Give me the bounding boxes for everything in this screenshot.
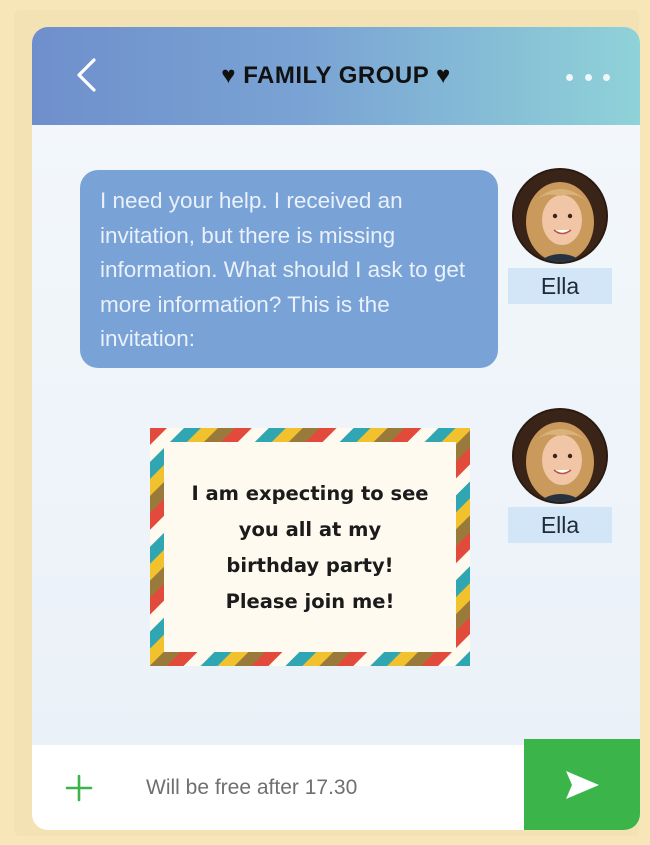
- send-button[interactable]: [524, 739, 640, 830]
- more-dots-icon: [603, 73, 610, 81]
- chat-window: ♥ FAMILY GROUP ♥ I need your help. I rec…: [32, 27, 640, 830]
- invitation-text: I am expecting to see you all at my birt…: [191, 482, 429, 613]
- sender-name: Ella: [508, 268, 612, 304]
- avatar-image: [514, 410, 606, 502]
- add-attachment-button[interactable]: [64, 773, 94, 803]
- chevron-left-icon: [77, 58, 96, 92]
- send-icon: [566, 770, 599, 799]
- chat-header: ♥ FAMILY GROUP ♥: [32, 27, 640, 125]
- more-options-button[interactable]: [566, 63, 610, 91]
- more-dots-icon: [566, 73, 573, 81]
- message-list[interactable]: I need your help. I received an invitati…: [32, 125, 640, 745]
- avatar-image: [514, 170, 606, 262]
- more-dots-icon: [584, 73, 592, 81]
- chat-title: ♥ FAMILY GROUP ♥: [221, 62, 451, 89]
- composer-bar: [32, 739, 640, 830]
- avatar: [512, 168, 608, 264]
- sender-name: Ella: [508, 507, 612, 543]
- invitation-card: I am expecting to see you all at my birt…: [150, 428, 470, 666]
- back-button[interactable]: [66, 55, 106, 95]
- message-input[interactable]: [144, 765, 518, 811]
- avatar: [512, 408, 608, 504]
- message-bubble: I need your help. I received an invitati…: [80, 170, 498, 368]
- plus-icon: [65, 774, 93, 802]
